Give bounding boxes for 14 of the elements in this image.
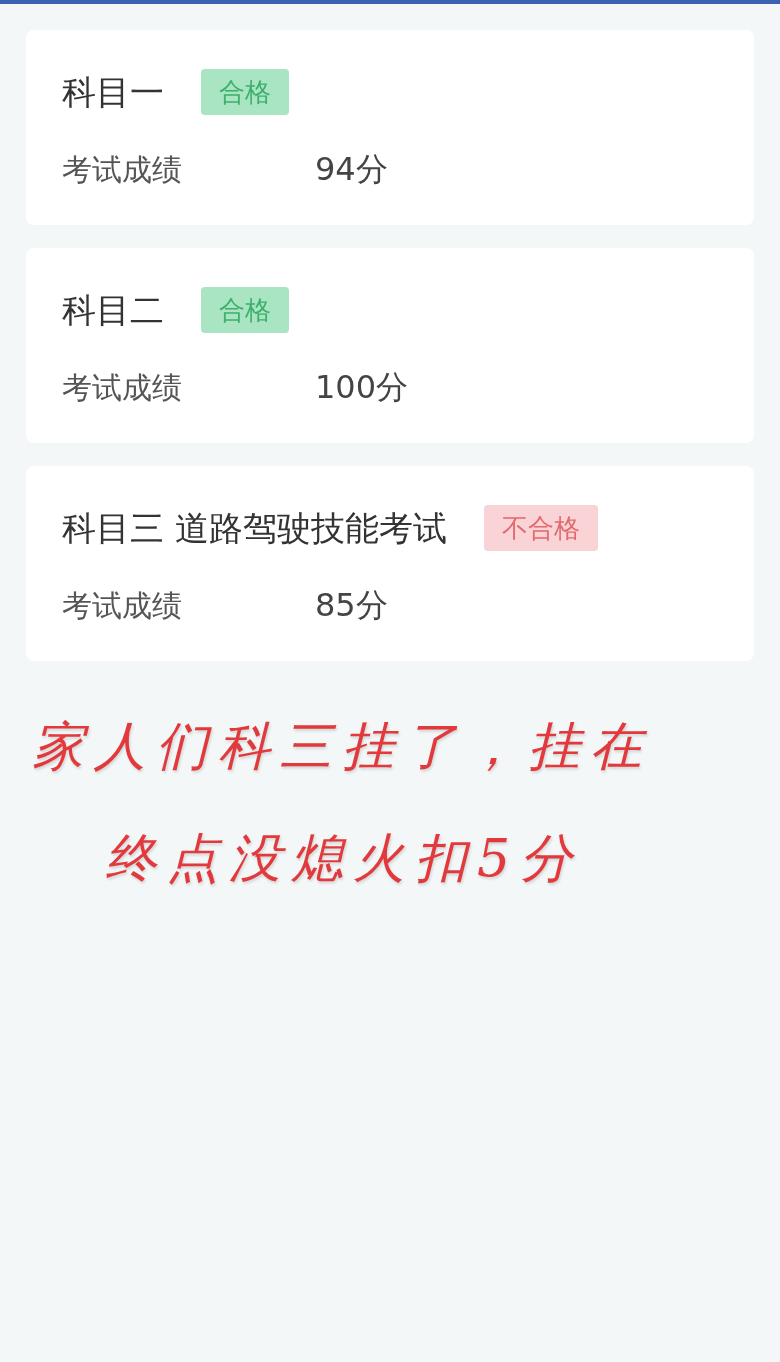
result-badge: 合格 — [201, 287, 289, 333]
handwritten-note: 家人们科三挂了，挂在 — [32, 715, 652, 778]
result-badge: 合格 — [201, 69, 289, 115]
score-value: 94分 — [315, 149, 388, 190]
score-label: 考试成绩 — [62, 586, 183, 625]
subject-title: 科目一 — [62, 71, 164, 114]
subject-title: 科目二 — [62, 289, 164, 332]
result-badge: 不合格 — [483, 505, 598, 551]
subject-title: 科目三 道路驾驶技能考试 — [62, 507, 447, 550]
handwritten-note: 终点没熄火扣5分 — [105, 827, 583, 890]
score-value: 85分 — [315, 585, 388, 626]
score-value: 100分 — [315, 367, 409, 408]
score-label: 考试成绩 — [62, 150, 183, 189]
score-label: 考试成绩 — [62, 368, 183, 407]
